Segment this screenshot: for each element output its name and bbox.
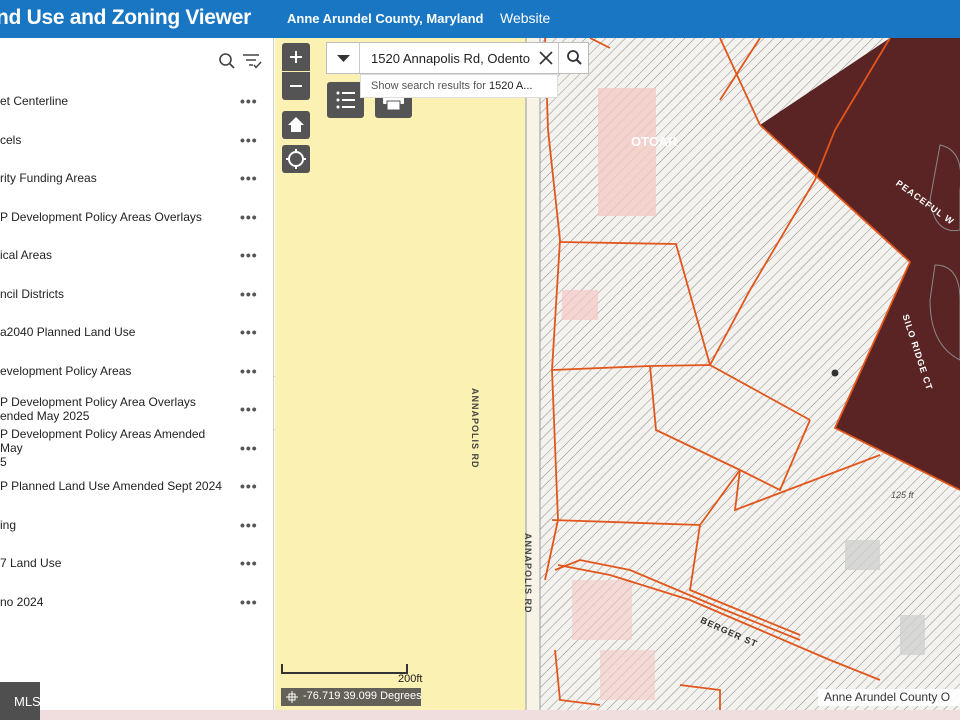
road-label: ANNAPOLIS RD — [470, 388, 480, 469]
more-options-icon[interactable]: ••• — [240, 555, 258, 571]
more-options-icon[interactable]: ••• — [240, 209, 258, 225]
layer-list-button[interactable] — [327, 82, 364, 118]
layer-item[interactable]: et Centerline ••• — [0, 82, 274, 121]
suggestion-prefix: Show search results for — [371, 80, 489, 92]
plus-icon — [290, 51, 302, 63]
building-label: OTCAR — [631, 134, 678, 149]
layer-label: no 2024 — [0, 594, 44, 609]
home-button[interactable] — [282, 111, 310, 139]
building — [572, 580, 632, 640]
search-button[interactable] — [558, 43, 589, 73]
building — [845, 540, 880, 570]
layer-label: ing — [0, 517, 17, 532]
layer-label: P Development Policy Areas Overlays — [0, 209, 202, 224]
search-source-dropdown[interactable] — [327, 43, 360, 73]
building — [900, 615, 925, 655]
more-options-icon[interactable]: ••• — [240, 594, 258, 610]
more-options-icon[interactable]: ••• — [240, 478, 258, 494]
layer-list: et Centerline ••• cels ••• rity Funding Ar… — [0, 82, 274, 621]
panel-tools — [216, 50, 266, 72]
yellow-zone — [275, 38, 537, 710]
layer-label: ical Areas — [0, 248, 53, 263]
layer-item[interactable]: rity Funding Areas ••• — [0, 159, 274, 198]
more-options-icon[interactable]: ••• — [240, 440, 258, 456]
layer-label: P Development Policy Areas Amended May 5 — [0, 426, 206, 469]
search-icon — [567, 50, 582, 65]
minus-icon — [290, 85, 302, 87]
mls-badge[interactable]: MLS — [0, 682, 41, 720]
more-options-icon[interactable]: ••• — [240, 93, 258, 109]
locate-button[interactable] — [282, 145, 310, 173]
more-options-icon[interactable]: ••• — [240, 247, 258, 263]
dimension-label: 125 ft — [891, 490, 914, 500]
layer-label: evelopment Policy Areas — [0, 363, 132, 378]
map-attribution: Anne Arundel County O — [818, 689, 960, 706]
more-options-icon[interactable]: ••• — [240, 324, 258, 340]
map-view[interactable]: ANNAPOLIS RD ANNAPOLIS RD BERGER ST SILO… — [275, 38, 960, 710]
layer-item[interactable]: no 2024 ••• — [0, 583, 274, 622]
layer-label: a2040 Planned Land Use — [0, 325, 136, 340]
building — [562, 290, 598, 320]
caret-down-icon — [337, 55, 350, 62]
county-label: Anne Arundel County, Maryland — [287, 11, 484, 26]
scale-label: 200ft — [398, 673, 423, 685]
layer-label: cels — [0, 132, 22, 147]
app-header: nd Use and Zoning Viewer Anne Arundel Co… — [0, 0, 960, 38]
layer-label: P Development Policy Area Overlays ended… — [0, 395, 196, 424]
more-options-icon[interactable]: ••• — [240, 517, 258, 533]
crosshair-icon — [286, 149, 306, 169]
layer-panel: et Centerline ••• cels ••• rity Funding Ar… — [0, 38, 274, 710]
more-options-icon[interactable]: ••• — [240, 286, 258, 302]
layer-label: et Centerline — [0, 94, 69, 109]
building — [598, 88, 656, 216]
layer-item[interactable]: 7 Land Use ••• — [0, 544, 274, 583]
road-label: ANNAPOLIS RD — [523, 533, 533, 614]
more-options-icon[interactable]: ••• — [240, 363, 258, 379]
layer-item[interactable]: ncil Districts ••• — [0, 275, 274, 314]
suggestion-term: 1520 A... — [489, 80, 533, 92]
layer-item[interactable]: P Development Policy Area Overlays ended… — [0, 390, 274, 429]
layer-label: P Planned Land Use Amended Sept 2024 — [0, 479, 222, 494]
layer-label: rity Funding Areas — [0, 171, 97, 186]
building — [600, 650, 655, 700]
zoom-out-button[interactable] — [282, 72, 310, 100]
layer-label: ncil Districts — [0, 286, 65, 301]
search-suggestion[interactable]: Show search results for 1520 A... — [360, 74, 558, 98]
list-icon — [336, 91, 355, 109]
layer-item[interactable]: P Development Policy Areas Overlays ••• — [0, 198, 274, 237]
coordinate-readout: -76.719 39.099 Degrees — [281, 688, 422, 706]
layer-item[interactable]: ing ••• — [0, 506, 274, 545]
bottom-strip — [40, 710, 960, 720]
map-canvas — [275, 38, 960, 710]
more-options-icon[interactable]: ••• — [240, 170, 258, 186]
layer-item[interactable]: ical Areas ••• — [0, 236, 274, 275]
coordinate-text: -76.719 39.099 Degrees — [303, 690, 422, 702]
layer-item[interactable]: cels ••• — [0, 121, 274, 160]
clear-search-icon[interactable] — [537, 49, 555, 72]
layer-item[interactable]: a2040 Planned Land Use ••• — [0, 313, 274, 352]
layer-item[interactable]: P Planned Land Use Amended Sept 2024 ••• — [0, 467, 274, 506]
search-icon[interactable] — [218, 52, 236, 75]
zoom-in-button[interactable] — [282, 43, 310, 71]
home-icon — [288, 117, 304, 132]
coordinate-icon[interactable] — [286, 691, 298, 706]
layer-item[interactable]: P Development Policy Areas Amended May 5… — [0, 426, 274, 469]
more-options-icon[interactable]: ••• — [240, 132, 258, 148]
more-options-icon[interactable]: ••• — [240, 401, 258, 417]
layer-item[interactable]: evelopment Policy Areas ••• — [0, 352, 274, 391]
layer-label: 7 Land Use — [0, 556, 62, 571]
filter-list-icon[interactable] — [242, 52, 262, 75]
scale-bar — [281, 664, 408, 674]
app-title: nd Use and Zoning Viewer — [0, 6, 251, 29]
search-box: 1520 Annapolis Rd, Odento — [326, 42, 589, 74]
search-input[interactable]: 1520 Annapolis Rd, Odento — [371, 51, 541, 66]
location-marker — [831, 369, 839, 377]
website-link[interactable]: Website — [500, 10, 550, 26]
